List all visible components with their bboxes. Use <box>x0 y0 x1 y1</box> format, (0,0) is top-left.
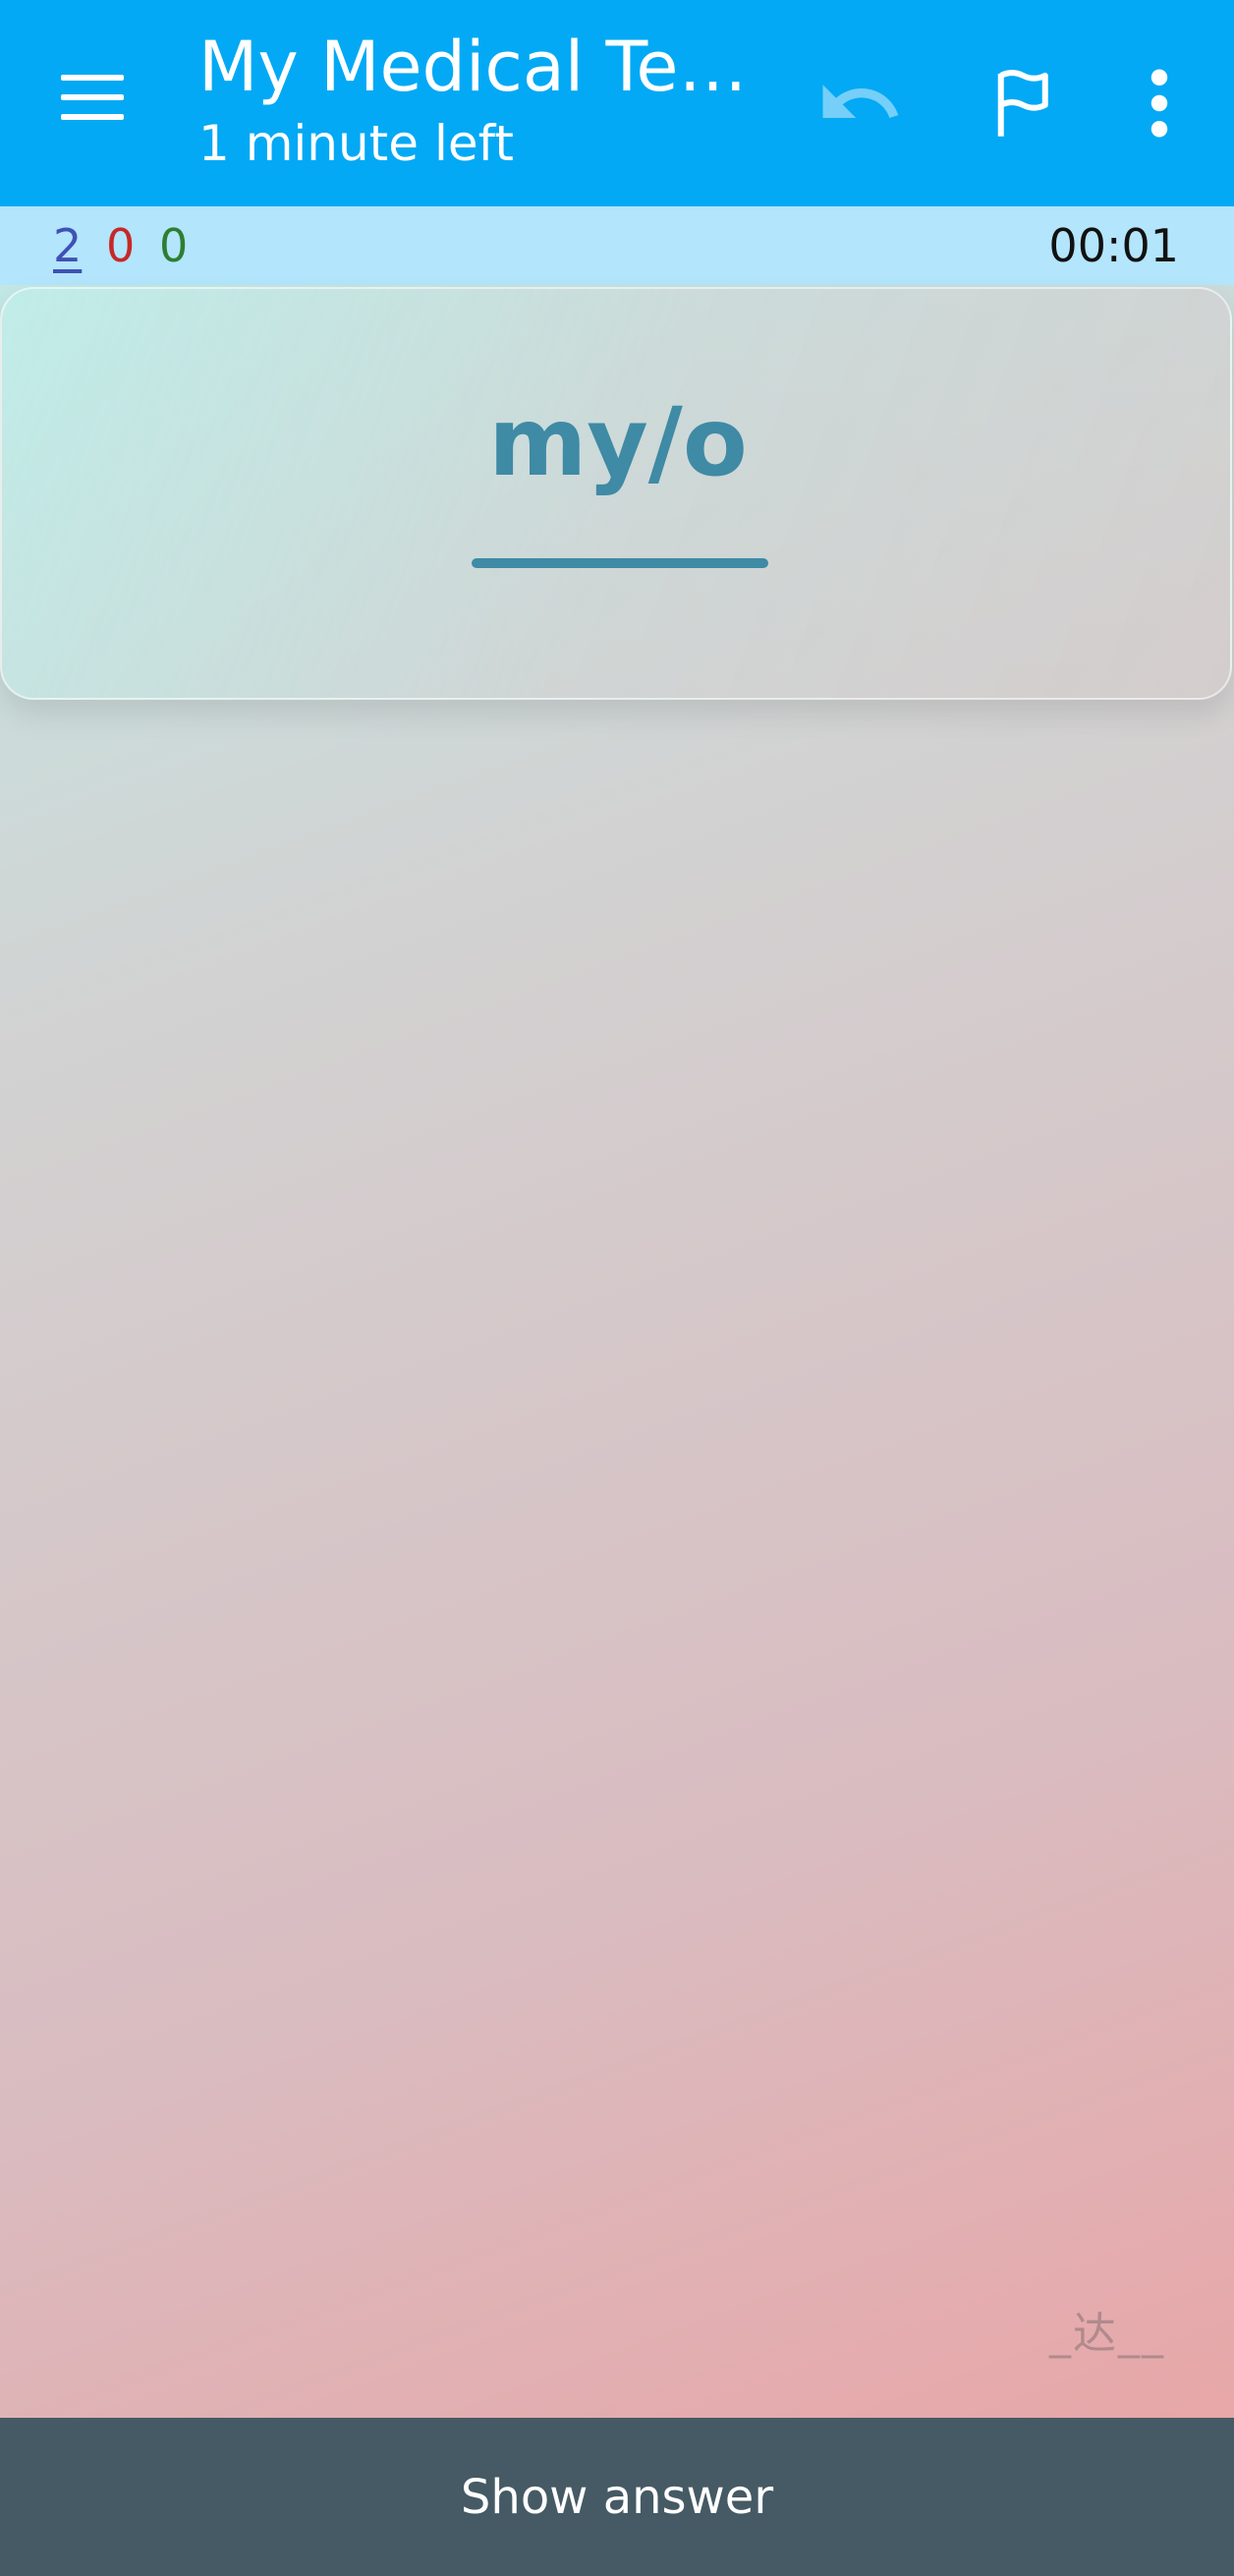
time-left-subtitle: 1 minute left <box>198 115 514 172</box>
hamburger-menu-icon[interactable] <box>51 61 134 136</box>
learning-count: 0 <box>106 219 136 272</box>
title-block: My Medical Ter… 1 minute left <box>198 22 768 175</box>
app-bar: My Medical Ter… 1 minute left <box>0 0 1234 206</box>
card-counts-bar: 2 0 0 00:01 <box>0 206 1234 285</box>
term-underline-divider <box>472 558 768 568</box>
new-count: 2 <box>53 219 83 272</box>
watermark: _达__ <box>1049 2309 1165 2359</box>
undo-icon[interactable] <box>815 59 904 147</box>
flag-icon[interactable] <box>982 59 1071 147</box>
flashcard-front: my/o <box>0 287 1232 700</box>
show-answer-label: Show answer <box>460 2470 774 2525</box>
deck-title[interactable]: My Medical Ter… <box>198 22 768 112</box>
card-timer: 00:01 <box>1048 219 1179 272</box>
more-vert-icon[interactable] <box>1120 59 1199 147</box>
show-answer-button[interactable]: Show answer <box>0 2418 1234 2576</box>
card-term: my/o <box>488 387 748 497</box>
review-count: 0 <box>159 219 189 272</box>
